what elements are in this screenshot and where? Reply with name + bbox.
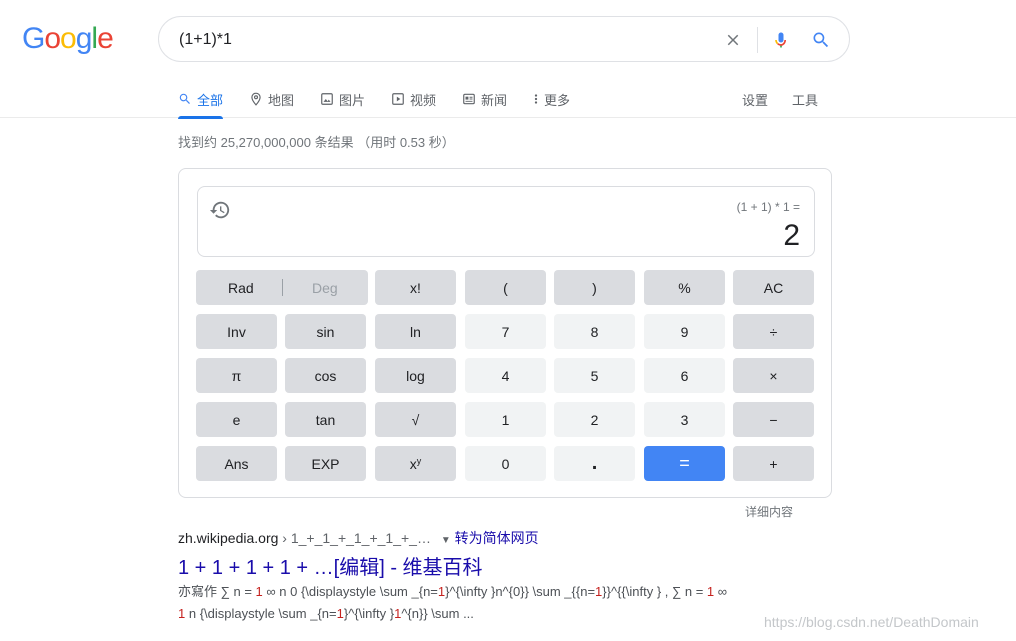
- power-button[interactable]: xy: [375, 446, 456, 481]
- tab-label: 视频: [410, 92, 437, 108]
- digit-6-button[interactable]: 6: [644, 358, 725, 393]
- digit-4-button[interactable]: 4: [465, 358, 546, 393]
- rad-deg-separator: [282, 279, 283, 296]
- right-paren-button[interactable]: ): [554, 270, 635, 305]
- left-paren-button[interactable]: (: [465, 270, 546, 305]
- rad-button[interactable]: Rad: [228, 280, 254, 296]
- snippet-line-1: 亦寫作 ∑ n = 1 ∞ n 0 {\displaystyle \sum _{…: [178, 581, 798, 603]
- snippet-highlight: 1: [255, 584, 263, 599]
- digit-8-button[interactable]: 8: [554, 314, 635, 349]
- tab-label: 全部: [197, 92, 224, 108]
- tab-videos[interactable]: 视频: [391, 80, 436, 118]
- search-box: [158, 16, 850, 62]
- tab-images[interactable]: 图片: [320, 80, 365, 118]
- result-snippet: 亦寫作 ∑ n = 1 ∞ n 0 {\displaystyle \sum _{…: [178, 581, 798, 625]
- settings-link[interactable]: 设置: [742, 80, 768, 118]
- all-clear-button[interactable]: AC: [733, 270, 814, 305]
- ln-button[interactable]: ln: [375, 314, 456, 349]
- digit-5-button[interactable]: 5: [554, 358, 635, 393]
- rad-deg-toggle[interactable]: Rad Deg: [196, 270, 368, 305]
- digit-9-button[interactable]: 9: [644, 314, 725, 349]
- multiply-button[interactable]: ×: [733, 358, 814, 393]
- clear-icon[interactable]: [721, 28, 745, 52]
- result-path: › 1_+_1_+_1_+_1_+_…: [278, 530, 431, 546]
- calculator-result: 2: [783, 219, 800, 252]
- map-pin-icon: [251, 92, 261, 106]
- microphone-icon[interactable]: [769, 28, 793, 52]
- percent-button[interactable]: %: [644, 270, 725, 305]
- sqrt-button[interactable]: √: [375, 402, 456, 437]
- exp-button[interactable]: EXP: [285, 446, 366, 481]
- digit-3-button[interactable]: 3: [644, 402, 725, 437]
- tab-label: 地图: [268, 92, 295, 108]
- dropdown-triangle-icon[interactable]: ▼: [441, 535, 451, 546]
- ans-button[interactable]: Ans: [196, 446, 277, 481]
- result-stats: 找到约 25,270,000,000 条结果 （用时 0.53 秒）: [178, 135, 455, 150]
- more-vert-icon: [534, 94, 538, 104]
- digit-1-button[interactable]: 1: [465, 402, 546, 437]
- equals-button[interactable]: =: [644, 446, 725, 481]
- watermark: https://blog.csdn.net/DeathDomain: [764, 614, 979, 630]
- translate-link[interactable]: 转为简体网页: [455, 530, 539, 546]
- minus-button[interactable]: −: [733, 402, 814, 437]
- tan-button[interactable]: tan: [285, 402, 366, 437]
- deg-button[interactable]: Deg: [312, 280, 338, 296]
- calculator-expression: (1 + 1) * 1 =: [736, 200, 800, 214]
- result-title-link[interactable]: 1 + 1 + 1 + 1 + …[编辑] - 维基百科: [178, 551, 483, 580]
- digit-0-button[interactable]: 0: [465, 446, 546, 481]
- snippet-text: ∞ n 0 {\displaystyle \sum _{n=: [262, 584, 438, 599]
- logo-letter-e: e: [97, 22, 114, 55]
- tab-all[interactable]: 全部: [178, 80, 224, 119]
- digit-7-button[interactable]: 7: [465, 314, 546, 349]
- tab-maps[interactable]: 地图: [249, 80, 294, 118]
- calculator-display: (1 + 1) * 1 = 2: [197, 186, 815, 257]
- cos-button[interactable]: cos: [285, 358, 366, 393]
- result-url[interactable]: zh.wikipedia.org › 1_+_1_+_1_+_1_+_… ▼ 转…: [178, 528, 539, 548]
- history-icon[interactable]: [209, 199, 231, 221]
- calculator-widget: (1 + 1) * 1 = 2 Rad Deg x! ( ) % AC Inv …: [178, 168, 832, 498]
- snippet-text: }^{\infty }n^{0}} \sum _{{n=: [445, 584, 596, 599]
- search-icon[interactable]: [809, 28, 833, 52]
- snippet-text: }}^{{\infty } , ∑ n =: [602, 584, 707, 599]
- snippet-highlight: 1: [336, 606, 344, 621]
- search-divider: [757, 27, 758, 53]
- factorial-button[interactable]: x!: [375, 270, 456, 305]
- result-domain: zh.wikipedia.org: [178, 530, 279, 546]
- search-icon: [179, 93, 190, 104]
- tab-label: 图片: [339, 92, 366, 108]
- snippet-text: ^{n}} \sum ...: [401, 606, 474, 621]
- snippet-text: ∞: [714, 584, 728, 599]
- news-icon: [463, 93, 475, 105]
- log-button[interactable]: log: [375, 358, 456, 393]
- sin-button[interactable]: sin: [285, 314, 366, 349]
- logo-letter-o1: o: [44, 22, 61, 55]
- details-link[interactable]: 详细内容: [745, 503, 793, 520]
- tab-more[interactable]: 更多: [533, 80, 570, 118]
- search-input[interactable]: [179, 29, 699, 51]
- e-button[interactable]: e: [196, 402, 277, 437]
- snippet-text: 亦寫作 ∑ n =: [178, 584, 256, 599]
- tab-news[interactable]: 新闻: [462, 80, 507, 118]
- divide-button[interactable]: ÷: [733, 314, 814, 349]
- decimal-point-button[interactable]: .: [554, 446, 635, 481]
- tab-label: 新闻: [481, 92, 508, 108]
- tab-label: 更多: [544, 92, 571, 108]
- snippet-text: n {\displaystyle \sum _{n=: [185, 606, 337, 621]
- snippet-line-2: 1 n {\displaystyle \sum _{n=1}^{\infty }…: [178, 603, 798, 625]
- logo-letter-o2: o: [60, 22, 77, 55]
- video-icon: [392, 93, 404, 105]
- search-tabs: 全部 地图 图片 视频 新闻 更多 设置 工具: [0, 80, 1016, 119]
- tools-link[interactable]: 工具: [792, 80, 818, 118]
- image-icon: [321, 93, 333, 105]
- digit-2-button[interactable]: 2: [554, 402, 635, 437]
- power-base: x: [409, 455, 417, 472]
- pi-button[interactable]: π: [196, 358, 277, 393]
- logo-letter-g2: g: [75, 22, 93, 55]
- google-logo[interactable]: Google: [22, 22, 114, 56]
- inv-button[interactable]: Inv: [196, 314, 277, 349]
- snippet-text: }^{\infty }: [343, 606, 395, 621]
- plus-button[interactable]: +: [733, 446, 814, 481]
- logo-letter-g: G: [22, 22, 45, 55]
- power-exponent: y: [416, 455, 422, 466]
